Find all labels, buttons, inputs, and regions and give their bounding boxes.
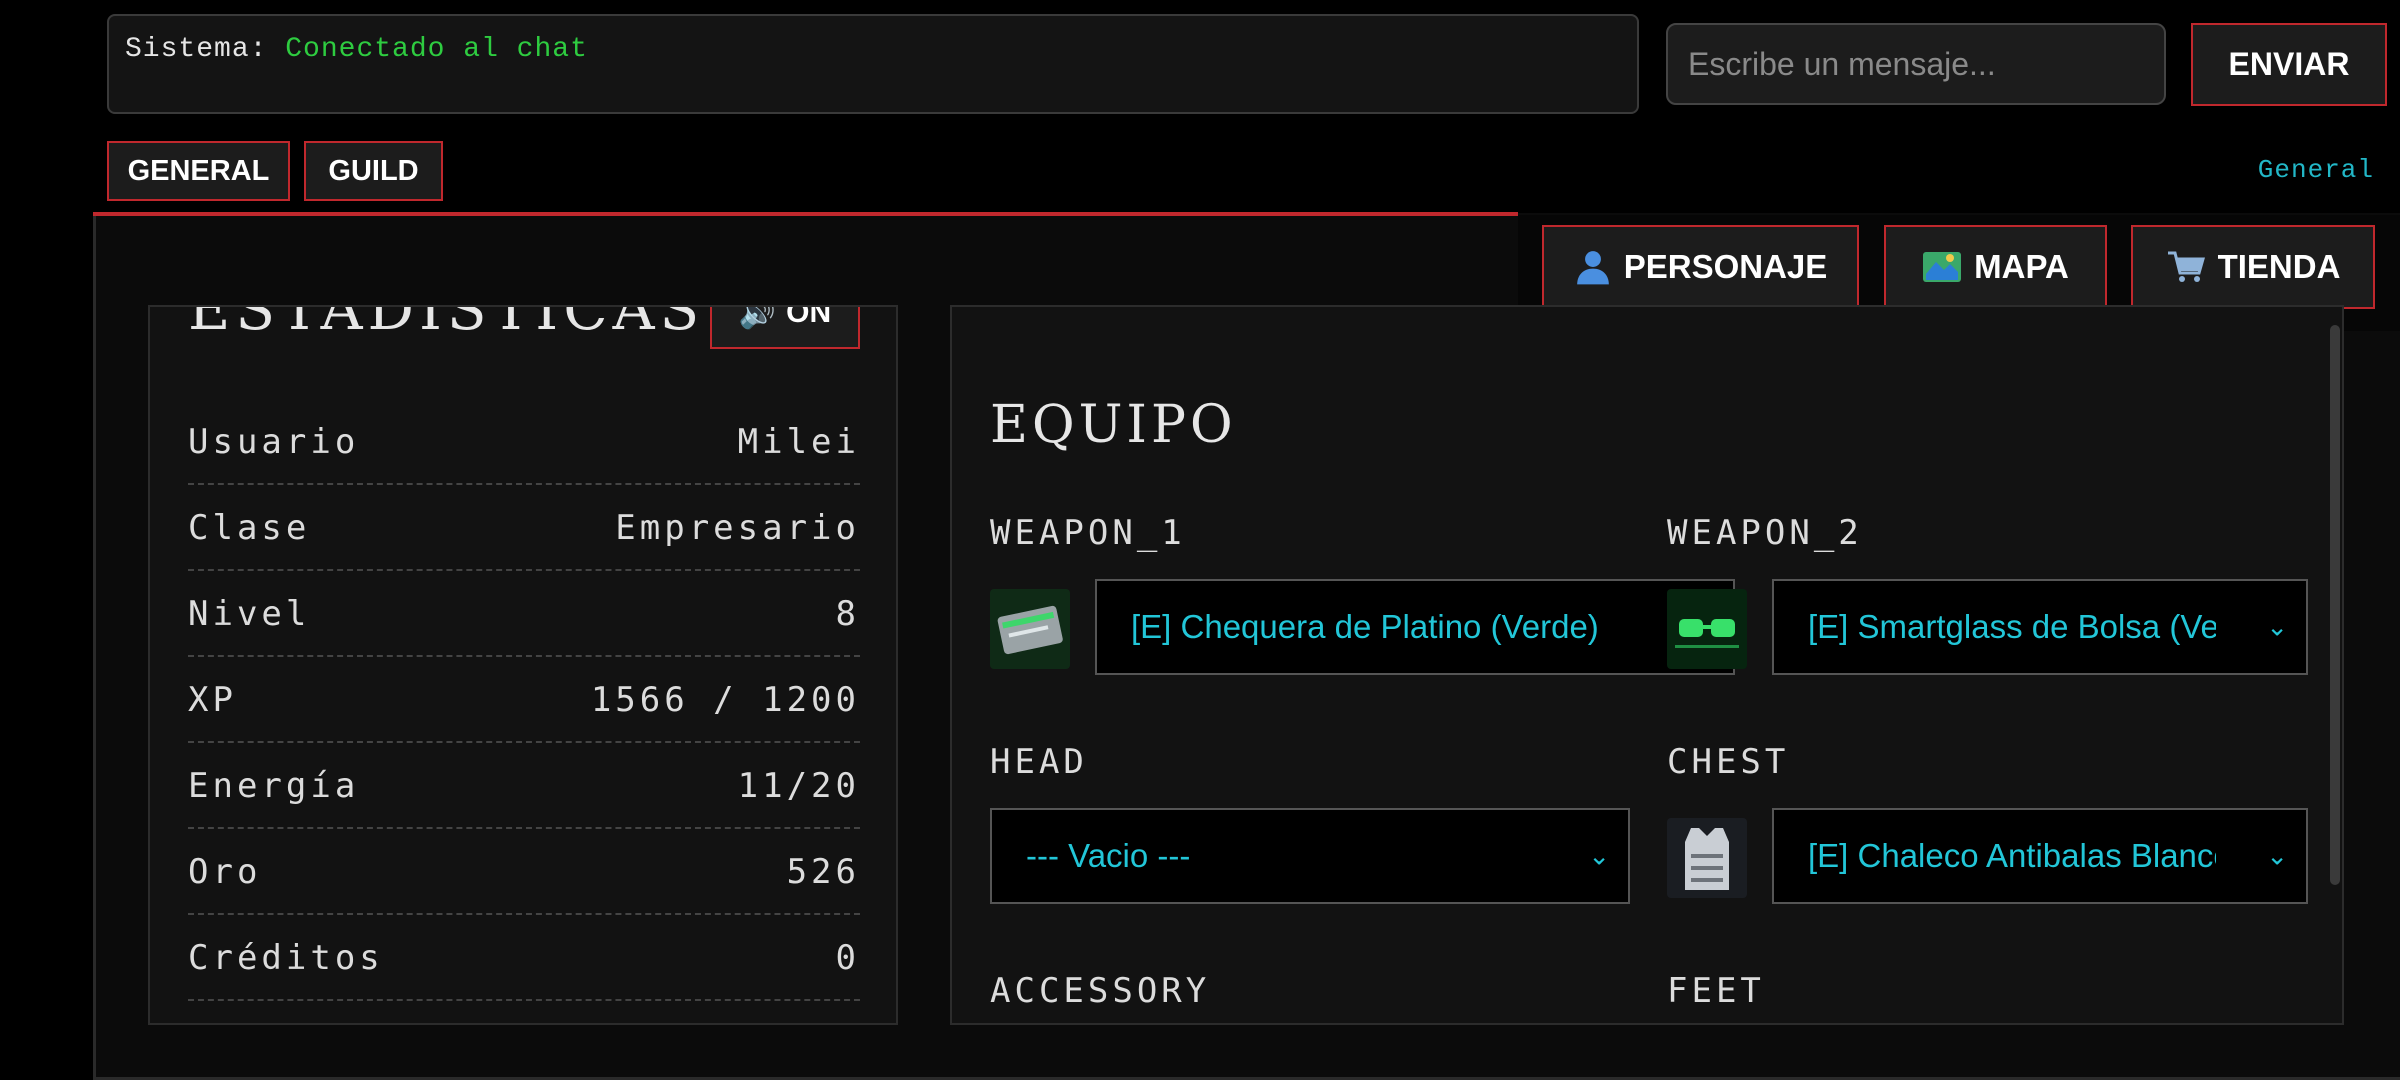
stat-value: 0	[835, 938, 860, 978]
stat-label: Clase	[188, 508, 311, 548]
stat-value: 1566 / 1200	[590, 680, 860, 720]
chat-system-message: Conectado al chat	[285, 34, 588, 65]
shopping-cart-icon	[2167, 251, 2205, 282]
person-icon	[1576, 251, 1609, 285]
equipment-title: EQUIPO	[990, 395, 1237, 455]
stat-row-nivel: Nivel 8	[188, 573, 860, 657]
select-weapon-1[interactable]: [E] Chequera de Platino (Verde) ⌄	[1095, 579, 1735, 675]
slot-label-weapon-2: WEAPON_2	[1667, 513, 1863, 553]
stat-label: XP	[188, 680, 237, 720]
stats-title: ESTADÍSTICAS	[188, 305, 705, 343]
nav-mapa-label: MAPA	[1974, 248, 2069, 285]
chat-system-prefix: Sistema:	[125, 34, 268, 65]
stat-row-usuario: Usuario Milei	[188, 401, 860, 485]
chat-message-input[interactable]	[1666, 23, 2166, 105]
select-head-value: --- Vacio ---	[1026, 837, 1191, 874]
stat-value: Empresario	[615, 508, 860, 548]
stat-value: 8	[835, 594, 860, 634]
select-weapon-2-value: [E] Smartglass de Bolsa (Verde)	[1808, 608, 2216, 645]
active-channel-label: General	[2257, 155, 2374, 185]
slot-label-chest: CHEST	[1667, 742, 1790, 782]
nav-mapa-button[interactable]: MAPA	[1884, 225, 2107, 309]
divider	[93, 212, 1518, 216]
select-chest-value: [E] Chaleco Antibalas Blanco	[1808, 837, 2216, 874]
chat-log: Sistema: Conectado al chat	[107, 14, 1639, 114]
slot-label-head: HEAD	[990, 742, 1088, 782]
nav-personaje-button[interactable]: PERSONAJE	[1542, 225, 1859, 309]
stat-label: Créditos	[188, 938, 384, 978]
select-chest[interactable]: [E] Chaleco Antibalas Blanco ⌄	[1772, 808, 2308, 904]
slot-label-accessory: ACCESSORY	[990, 971, 1211, 1011]
stat-label: Energía	[188, 766, 360, 806]
stat-label: Nivel	[188, 594, 311, 634]
smartglass-icon	[1667, 589, 1747, 669]
nav-tienda-label: TIENDA	[2217, 248, 2341, 285]
sound-toggle-button[interactable]: 🔊 ON	[710, 305, 860, 349]
send-button[interactable]: ENVIAR	[2191, 23, 2387, 106]
stat-value: 11/20	[737, 766, 860, 806]
checkbook-icon	[990, 589, 1070, 669]
stat-label: Usuario	[188, 422, 360, 462]
sound-toggle-label: ON	[786, 305, 832, 329]
stat-row-creditos: Créditos 0	[188, 917, 860, 1001]
vest-icon	[1667, 818, 1747, 898]
chevron-down-icon: ⌄	[1588, 840, 1610, 871]
scrollbar[interactable]	[2330, 325, 2340, 885]
select-head[interactable]: --- Vacio --- ⌄	[990, 808, 1630, 904]
stats-panel: ESTADÍSTICAS 🔊 ON Usuario Milei Clase Em…	[148, 305, 898, 1025]
stat-label: Oro	[188, 852, 262, 892]
equipment-panel: EQUIPO WEAPON_1 [E] Chequera de Platino …	[950, 305, 2344, 1025]
speaker-icon: 🔊	[738, 305, 777, 330]
tab-guild[interactable]: GUILD	[304, 141, 443, 201]
stat-row-clase: Clase Empresario	[188, 487, 860, 571]
select-weapon-1-value: [E] Chequera de Platino (Verde)	[1131, 608, 1599, 645]
map-icon	[1923, 252, 1962, 282]
stat-row-energia: Energía 11/20	[188, 745, 860, 829]
stat-value: Milei	[737, 422, 860, 462]
stat-row-xp: XP 1566 / 1200	[188, 659, 860, 743]
stat-value: 526	[786, 852, 860, 892]
chevron-down-icon: ⌄	[2266, 611, 2288, 642]
select-weapon-2[interactable]: [E] Smartglass de Bolsa (Verde) ⌄	[1772, 579, 2308, 675]
tab-general[interactable]: GENERAL	[107, 141, 290, 201]
nav-personaje-label: PERSONAJE	[1623, 248, 1828, 285]
chevron-down-icon: ⌄	[2266, 840, 2288, 871]
slot-label-weapon-1: WEAPON_1	[990, 513, 1186, 553]
nav-tienda-button[interactable]: TIENDA	[2131, 225, 2375, 309]
stat-row-oro: Oro 526	[188, 831, 860, 915]
slot-label-feet: FEET	[1667, 971, 1765, 1011]
